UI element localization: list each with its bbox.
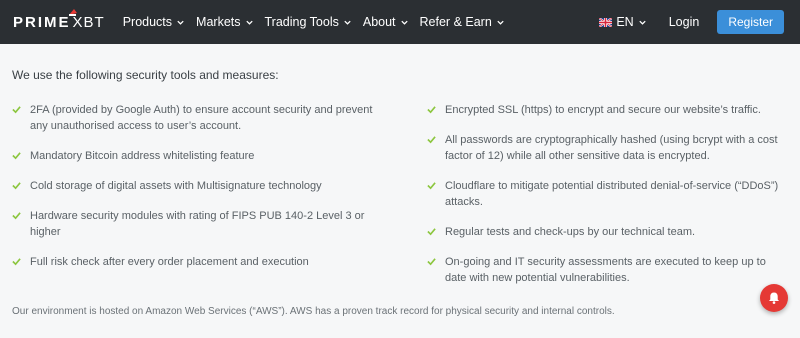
- logo-prime-text: PRIME: [13, 13, 71, 31]
- check-icon: [12, 106, 21, 114]
- nav-markets[interactable]: Markets: [196, 15, 253, 29]
- nav-refer-earn-label: Refer & Earn: [419, 15, 492, 29]
- language-selector[interactable]: EN: [599, 15, 646, 29]
- list-item-text: Mandatory Bitcoin address whitelisting f…: [30, 150, 255, 162]
- chevron-down-icon: [177, 20, 184, 25]
- list-item-text: Cold storage of digital assets with Mult…: [30, 180, 322, 192]
- list-item-text: Regular tests and check-ups by our techn…: [445, 226, 696, 238]
- bell-icon: [769, 292, 779, 304]
- list-item: Hardware security modules with rating of…: [12, 208, 427, 240]
- chevron-down-icon: [400, 20, 408, 25]
- register-button[interactable]: Register: [717, 10, 784, 34]
- nav-about-label: About: [362, 15, 396, 29]
- nav-markets-label: Markets: [196, 15, 241, 29]
- primexbt-logo[interactable]: PRIME XBT: [13, 8, 105, 31]
- nav-trading-tools[interactable]: Trading Tools: [265, 15, 352, 29]
- list-item: Cold storage of digital assets with Mult…: [12, 178, 427, 194]
- login-link[interactable]: Login: [669, 15, 700, 29]
- list-item-text: Hardware security modules with rating of…: [30, 210, 365, 238]
- check-icon: [12, 258, 21, 266]
- list-item-text: All passwords are cryptographically hash…: [445, 134, 778, 162]
- check-icon: [12, 152, 21, 160]
- check-icon: [12, 212, 21, 220]
- list-item: Cloudflare to mitigate potential distrib…: [427, 178, 788, 210]
- notification-button[interactable]: [760, 284, 788, 312]
- list-item: 2FA (provided by Google Auth) to ensure …: [12, 102, 427, 134]
- security-columns: 2FA (provided by Google Auth) to ensure …: [12, 102, 788, 300]
- list-item-text: 2FA (provided by Google Auth) to ensure …: [30, 104, 373, 132]
- uk-flag-icon: [599, 17, 613, 27]
- list-item: Regular tests and check-ups by our techn…: [427, 224, 788, 240]
- list-item: Mandatory Bitcoin address whitelisting f…: [12, 148, 427, 164]
- check-icon: [12, 182, 21, 190]
- check-icon: [427, 182, 436, 190]
- main-nav: Products Markets Trading Tools About Ref…: [123, 15, 516, 29]
- nav-right-group: EN Login Register: [599, 0, 784, 44]
- chevron-down-icon: [639, 20, 646, 25]
- check-icon: [427, 106, 436, 114]
- logo-xbt-text: XBT: [72, 13, 105, 31]
- list-item: Full risk check after every order placem…: [12, 254, 427, 270]
- nav-trading-tools-label: Trading Tools: [264, 15, 339, 29]
- list-item: All passwords are cryptographically hash…: [427, 132, 788, 164]
- language-label: EN: [616, 15, 634, 29]
- chevron-down-icon: [245, 20, 253, 25]
- nav-products-label: Products: [122, 15, 173, 29]
- section-heading: We use the following security tools and …: [12, 68, 279, 82]
- aws-note: Our environment is hosted on Amazon Web …: [12, 306, 615, 317]
- security-list-left: 2FA (provided by Google Auth) to ensure …: [12, 102, 427, 300]
- chevron-down-icon: [344, 20, 351, 25]
- santa-hat-icon: [69, 8, 77, 16]
- security-list-right: Encrypted SSL (https) to encrypt and sec…: [427, 102, 788, 300]
- list-item-text: On-going and IT security assessments are…: [445, 256, 766, 284]
- check-icon: [427, 136, 436, 144]
- list-item-text: Full risk check after every order placem…: [30, 256, 309, 268]
- nav-refer-earn[interactable]: Refer & Earn: [420, 15, 505, 29]
- check-icon: [427, 258, 436, 266]
- nav-about[interactable]: About: [363, 15, 409, 29]
- chevron-down-icon: [497, 20, 504, 25]
- nav-products[interactable]: Products: [123, 15, 185, 29]
- top-navbar: PRIME XBT Products Markets Trading Tools…: [0, 0, 800, 44]
- security-section: We use the following security tools and …: [0, 44, 800, 300]
- list-item: On-going and IT security assessments are…: [427, 254, 788, 286]
- list-item: Encrypted SSL (https) to encrypt and sec…: [427, 102, 788, 118]
- list-item-text: Encrypted SSL (https) to encrypt and sec…: [445, 104, 761, 116]
- check-icon: [427, 228, 436, 236]
- list-item-text: Cloudflare to mitigate potential distrib…: [445, 180, 779, 208]
